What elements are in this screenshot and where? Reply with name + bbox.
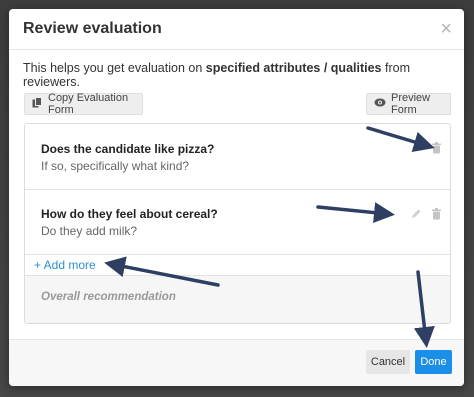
question-title: Does the candidate like pizza? bbox=[41, 142, 215, 156]
intro-bold: specified attributes / qualities bbox=[205, 61, 382, 75]
cancel-button[interactable]: Cancel bbox=[366, 350, 410, 374]
question-title: How do they feel about cereal? bbox=[41, 207, 218, 221]
preview-form-button[interactable]: Preview Form bbox=[366, 92, 451, 116]
copy-icon bbox=[32, 97, 43, 111]
preview-label: Preview Form bbox=[391, 92, 431, 116]
intro-text: This helps you get evaluation on specifi… bbox=[23, 61, 464, 89]
intro-prefix: This helps you get evaluation on bbox=[23, 61, 206, 75]
review-evaluation-modal: Review evaluation × This helps you get e… bbox=[9, 9, 464, 386]
copy-label: Copy Evaluation Form bbox=[48, 92, 129, 116]
evaluation-form-card: Does the candidate like pizza? If so, sp… bbox=[24, 123, 451, 324]
done-button[interactable]: Done bbox=[415, 350, 452, 374]
modal-title: Review evaluation bbox=[23, 20, 162, 37]
add-more-link[interactable]: + Add more bbox=[25, 255, 450, 276]
question-subtitle: Do they add milk? bbox=[41, 224, 138, 238]
trash-icon[interactable] bbox=[431, 208, 442, 220]
question-item: How do they feel about cereal? Do they a… bbox=[25, 190, 450, 255]
question-actions bbox=[410, 142, 442, 154]
close-icon[interactable]: × bbox=[440, 19, 452, 39]
trash-icon[interactable] bbox=[431, 142, 442, 154]
pencil-icon[interactable] bbox=[410, 142, 422, 154]
question-item: Does the candidate like pizza? If so, sp… bbox=[25, 124, 450, 190]
pencil-icon[interactable] bbox=[410, 208, 422, 220]
overall-recommendation: Overall recommendation bbox=[25, 276, 450, 323]
question-subtitle: If so, specifically what kind? bbox=[41, 159, 190, 173]
question-actions bbox=[410, 208, 442, 220]
modal-header: Review evaluation bbox=[9, 9, 464, 50]
eye-icon bbox=[374, 98, 386, 110]
copy-evaluation-form-button[interactable]: Copy Evaluation Form bbox=[24, 92, 143, 116]
